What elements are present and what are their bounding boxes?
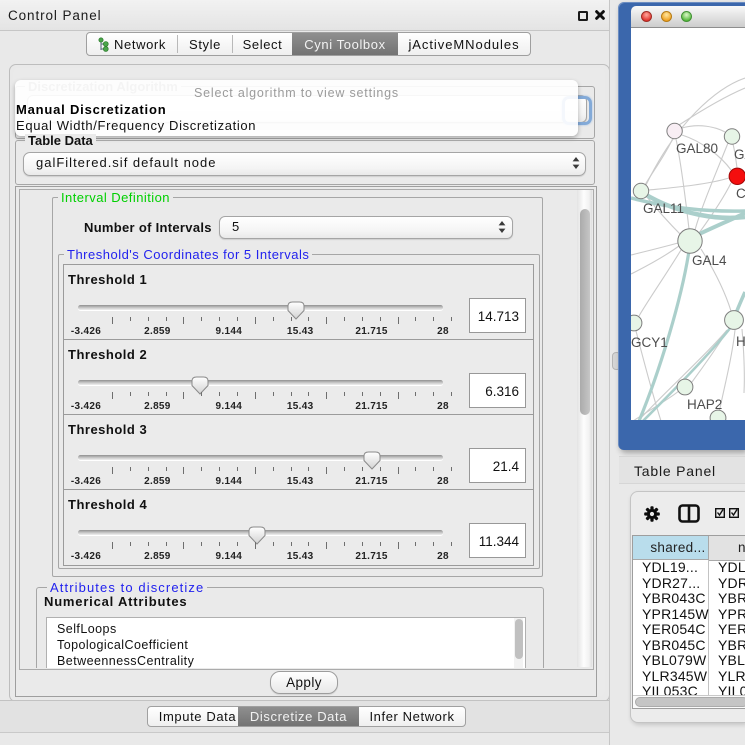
- svg-text:H: H: [736, 334, 745, 349]
- svg-text:GAL4: GAL4: [692, 253, 727, 268]
- svg-text:HAP2: HAP2: [687, 397, 722, 412]
- svg-text:GA: GA: [734, 147, 745, 162]
- svg-text:C: C: [736, 186, 745, 201]
- svg-text:GCY1: GCY1: [631, 335, 668, 350]
- svg-text:GAL11: GAL11: [643, 201, 684, 216]
- svg-text:GAL80: GAL80: [676, 141, 718, 156]
